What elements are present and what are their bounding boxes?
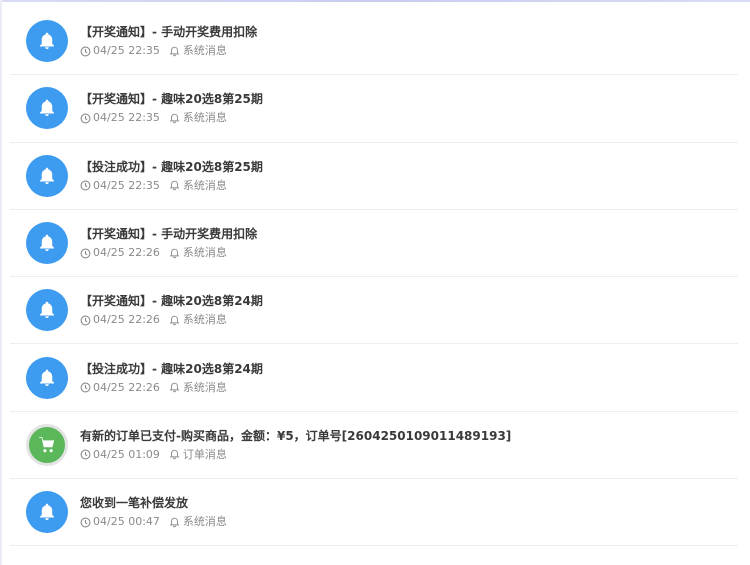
clock-icon xyxy=(80,46,91,57)
notification-text: 您收到一笔补偿发放 04/25 00:47 系统消息 xyxy=(80,495,227,529)
notification-meta: 04/25 22:26 系统消息 xyxy=(80,246,257,260)
notification-category: 系统消息 xyxy=(182,246,227,260)
clock-icon xyxy=(80,382,91,393)
notification-title: 有新的订单已支付-购买商品，金额：¥5，订单号[2604250109011489… xyxy=(80,428,512,443)
bell-outline-icon xyxy=(169,382,180,393)
notification-time: 04/25 22:26 xyxy=(93,380,160,394)
bell-outline-icon xyxy=(169,113,180,124)
left-border xyxy=(0,0,2,565)
notification-item[interactable]: 您收到一笔补偿发放 04/25 00:47 系统消息 xyxy=(10,479,738,547)
notification-category: 系统消息 xyxy=(182,313,227,327)
notification-item[interactable]: 【开奖通知】- 趣味20选8第24期 04/25 22:26 系统消息 xyxy=(10,277,738,345)
notification-text: 【开奖通知】- 趣味20选8第24期 04/25 22:26 系统消息 xyxy=(80,293,263,327)
notification-meta: 04/25 22:26 系统消息 xyxy=(80,313,263,327)
notification-meta: 04/25 22:35 系统消息 xyxy=(80,44,257,58)
top-border xyxy=(0,0,750,2)
clock-icon xyxy=(80,113,91,124)
notification-meta: 04/25 01:09 订单消息 xyxy=(80,448,511,462)
bell-outline-icon xyxy=(169,180,180,191)
notification-text: 有新的订单已支付-购买商品，金额：¥5，订单号[2604250109011489… xyxy=(80,428,511,462)
cart-icon xyxy=(26,423,68,466)
notification-item[interactable]: 【开奖通知】- 手动开奖费用扣除 04/25 22:26 系统消息 xyxy=(10,210,738,278)
notification-time: 04/25 00:47 xyxy=(93,515,160,529)
bell-icon xyxy=(26,20,68,63)
bell-outline-icon xyxy=(169,517,180,527)
notification-category: 系统消息 xyxy=(182,44,227,58)
notification-time: 04/25 22:35 xyxy=(93,44,160,58)
notification-category: 系统消息 xyxy=(182,111,227,125)
notification-list: 【开奖通知】- 手动开奖费用扣除 04/25 22:35 系统消息 【开奖通知】… xyxy=(10,8,738,547)
notification-item[interactable]: 【投注成功】- 趣味20选8第24期 04/25 22:26 系统消息 xyxy=(10,344,738,412)
bell-outline-icon xyxy=(169,46,180,56)
notification-title: 【开奖通知】- 手动开奖费用扣除 xyxy=(80,227,258,242)
notification-time: 04/25 22:35 xyxy=(93,111,160,125)
bell-icon xyxy=(26,491,68,534)
bell-outline-icon xyxy=(169,315,180,326)
notification-title: 【开奖通知】- 手动开奖费用扣除 xyxy=(80,25,258,40)
notification-title: 【开奖通知】- 趣味20选8第25期 xyxy=(80,92,263,107)
notification-category: 订单消息 xyxy=(182,447,227,461)
bell-outline-icon xyxy=(169,450,180,460)
notification-item[interactable]: 【投注成功】- 趣味20选8第25期 04/25 22:35 系统消息 xyxy=(10,143,738,210)
notification-meta: 04/25 22:26 系统消息 xyxy=(80,381,263,395)
notification-item[interactable]: 【开奖通知】- 趣味20选8第25期 04/25 22:35 系统消息 xyxy=(10,75,738,143)
bell-icon xyxy=(26,87,68,130)
notification-category: 系统消息 xyxy=(182,515,227,529)
notification-title: 【投注成功】- 趣味20选8第25期 xyxy=(80,159,263,174)
notification-meta: 04/25 22:35 系统消息 xyxy=(80,179,263,193)
notification-item[interactable]: 【开奖通知】- 手动开奖费用扣除 04/25 22:35 系统消息 xyxy=(10,8,738,76)
notification-text: 【投注成功】- 趣味20选8第25期 04/25 22:35 系统消息 xyxy=(80,159,263,193)
notification-text: 【开奖通知】- 手动开奖费用扣除 04/25 22:26 系统消息 xyxy=(80,226,257,260)
clock-icon xyxy=(80,517,91,528)
notification-meta: 04/25 00:47 系统消息 xyxy=(80,515,227,529)
notification-text: 【开奖通知】- 手动开奖费用扣除 04/25 22:35 系统消息 xyxy=(80,24,257,58)
notification-time: 04/25 22:26 xyxy=(93,313,160,327)
bell-icon xyxy=(26,356,68,399)
notification-time: 04/25 01:09 xyxy=(93,447,160,461)
notification-category: 系统消息 xyxy=(182,380,227,394)
bell-outline-icon xyxy=(169,248,180,258)
bell-icon xyxy=(26,154,68,197)
notification-title: 【投注成功】- 趣味20选8第24期 xyxy=(80,361,263,376)
notification-meta: 04/25 22:35 系统消息 xyxy=(80,111,263,125)
notification-item[interactable]: 有新的订单已支付-购买商品，金额：¥5，订单号[2604250109011489… xyxy=(10,412,738,480)
clock-icon xyxy=(80,449,91,460)
clock-icon xyxy=(80,315,91,326)
clock-icon xyxy=(80,180,91,191)
notification-title: 【开奖通知】- 趣味20选8第24期 xyxy=(80,294,263,309)
notification-text: 【投注成功】- 趣味20选8第24期 04/25 22:26 系统消息 xyxy=(80,361,263,395)
notification-category: 系统消息 xyxy=(182,178,227,192)
notification-time: 04/25 22:26 xyxy=(93,246,160,260)
clock-icon xyxy=(80,248,91,258)
bell-icon xyxy=(26,289,68,332)
notification-title: 您收到一笔补偿发放 xyxy=(80,496,189,511)
notification-text: 【开奖通知】- 趣味20选8第25期 04/25 22:35 系统消息 xyxy=(80,91,263,125)
notification-time: 04/25 22:35 xyxy=(93,178,160,192)
bell-icon xyxy=(26,222,68,265)
